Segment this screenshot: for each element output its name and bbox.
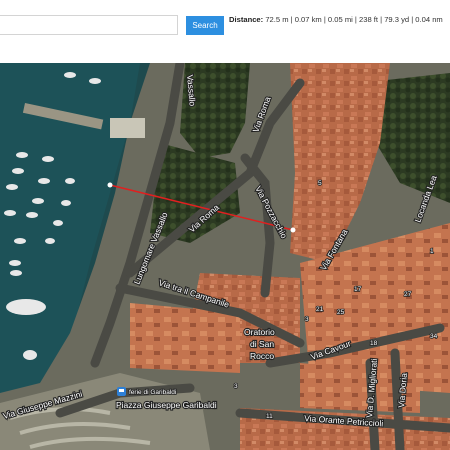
- street-label-piazza: Piazza Giuseppe Garibaldi: [116, 400, 217, 410]
- house-number: 18: [370, 340, 378, 347]
- pier-building: [110, 118, 145, 138]
- measure-end-marker[interactable]: [290, 227, 296, 233]
- house-number: 27: [404, 291, 412, 298]
- map-canvas[interactable]: Lungomare Vassallo Vassallo Via Roma Via…: [0, 63, 450, 450]
- house-number: 21: [316, 306, 324, 313]
- satellite-map[interactable]: Lungomare Vassallo Vassallo Via Roma Via…: [0, 63, 450, 450]
- house-number: 11: [266, 413, 273, 420]
- search-button[interactable]: Search: [186, 16, 224, 35]
- house-number: 5: [318, 180, 322, 187]
- distance-label: Distance:: [229, 15, 264, 24]
- distance-value: 72.5 m | 0.07 km | 0.05 mi | 238 ft | 79…: [265, 15, 443, 24]
- house-number: 1: [430, 248, 434, 255]
- house-number: 25: [337, 309, 345, 316]
- house-number: 17: [354, 286, 362, 293]
- bus-stop-icon[interactable]: [117, 387, 126, 396]
- measure-start-marker[interactable]: [107, 182, 113, 188]
- distance-readout: Distance: 72.5 m | 0.07 km | 0.05 mi | 2…: [229, 16, 443, 24]
- search-input[interactable]: [0, 15, 178, 35]
- house-number: 3: [305, 316, 309, 323]
- bus-stop-label: ferie di Garibaldi: [129, 389, 176, 396]
- toolbar: Search Distance: 72.5 m | 0.07 km | 0.05…: [0, 0, 450, 63]
- house-number: 3: [234, 383, 238, 390]
- house-number: 34: [430, 333, 438, 340]
